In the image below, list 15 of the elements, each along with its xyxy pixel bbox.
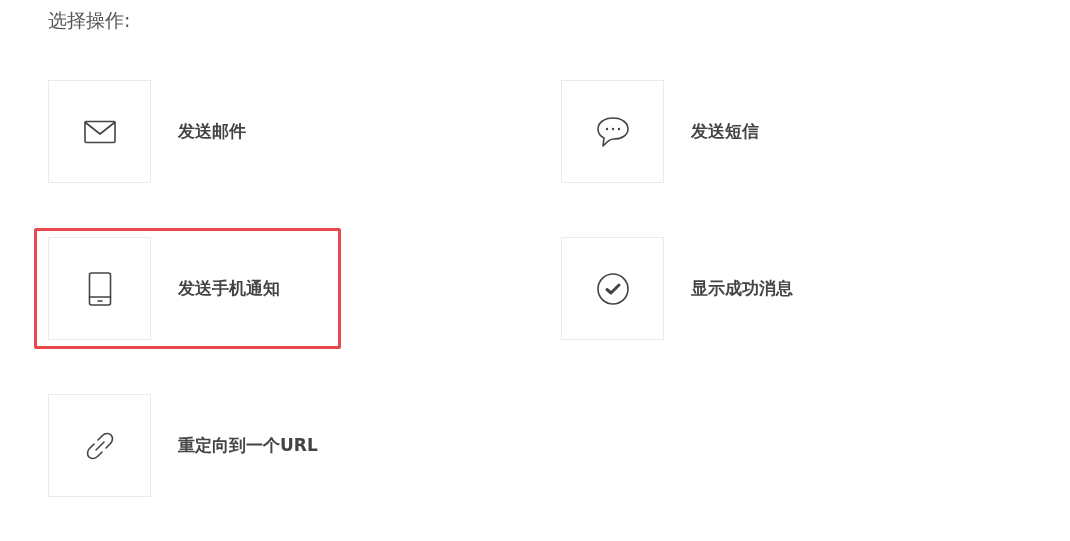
phone-icon [87, 271, 112, 306]
action-label: 显示成功消息 [691, 276, 793, 300]
action-label: 发送短信 [691, 119, 759, 143]
action-option[interactable]: 发送短信 [547, 71, 854, 192]
action-option[interactable]: 重定向到一个URL [34, 385, 341, 506]
envelope-icon [83, 119, 116, 144]
action-option[interactable]: 发送手机通知 [34, 228, 341, 349]
section-heading: 选择操作: [48, 8, 131, 33]
check-circle-icon [595, 271, 630, 306]
chat-bubble-icon [595, 115, 630, 148]
action-label: 重定向到一个URL [178, 433, 318, 457]
action-label: 发送邮件 [178, 119, 246, 143]
action-option[interactable]: 发送邮件 [34, 71, 341, 192]
action-label: 发送手机通知 [178, 276, 280, 300]
action-option[interactable]: 显示成功消息 [547, 228, 854, 349]
